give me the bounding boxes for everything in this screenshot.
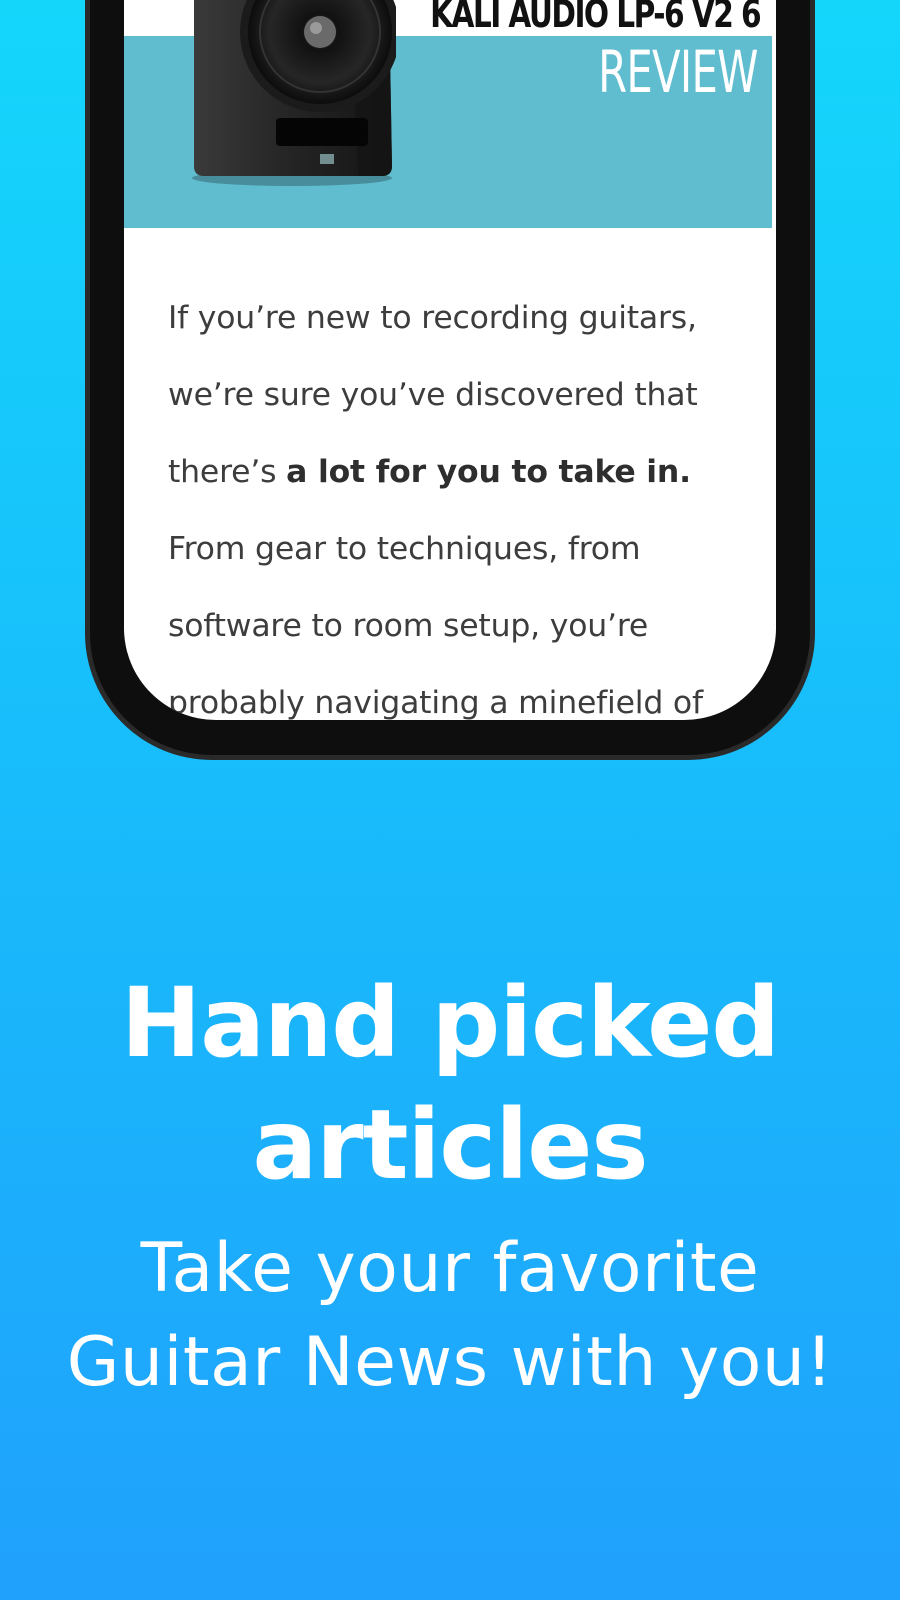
banner-subtitle: REVIEW (598, 38, 758, 106)
article-continuation: From gear to techniques, from software t… (168, 531, 703, 720)
promo-headline-line2: articles (252, 1089, 649, 1201)
article-emphasis: a lot for you to take in. (286, 454, 691, 490)
promo-headline-line1: Hand picked (120, 967, 780, 1079)
phone-screen: KALI AUDIO LP-6 V2 6 REVIEW If you’re ne… (124, 0, 776, 720)
studio-monitor-speaker-icon (192, 0, 396, 186)
banner-title: KALI AUDIO LP-6 V2 6 (429, 0, 762, 36)
promo-tagline-line2: Guitar News with you! (66, 1323, 834, 1402)
article-banner[interactable]: KALI AUDIO LP-6 V2 6 REVIEW (124, 0, 772, 228)
promo-headline: Hand picked articles (0, 962, 900, 1206)
promo-tagline-line1: Take your favorite (140, 1229, 760, 1308)
phone-frame: KALI AUDIO LP-6 V2 6 REVIEW If you’re ne… (90, 0, 810, 755)
article-body: If you’re new to recording guitars, we’r… (168, 280, 748, 720)
article-paragraph: If you’re new to recording guitars, we’r… (168, 280, 748, 720)
promo-tagline: Take your favorite Guitar News with you! (0, 1222, 900, 1410)
